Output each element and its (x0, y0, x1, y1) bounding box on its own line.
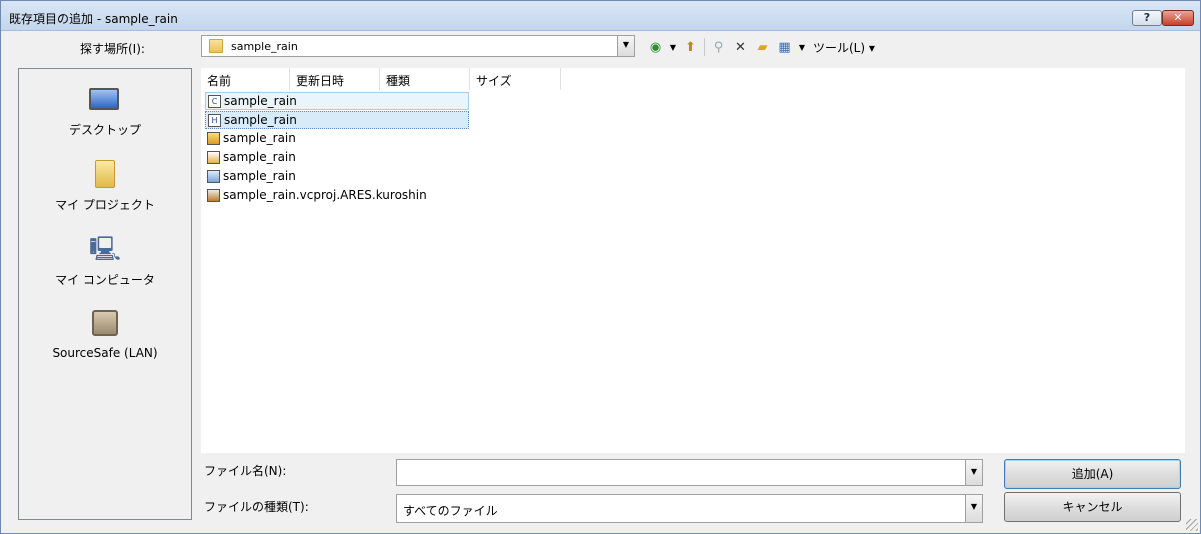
file-name: sample_rain (224, 94, 297, 108)
column-header-date[interactable]: 更新日時 (290, 68, 380, 90)
folder-icon (209, 39, 223, 53)
place-desktop[interactable]: デスクトップ (19, 85, 191, 145)
close-button[interactable]: ✕ (1162, 10, 1194, 26)
list-item[interactable]: H sample_rain (205, 111, 469, 129)
look-in-dropdown[interactable]: sample_rain ▼ (201, 35, 635, 57)
filetype-value: すべてのファイル (403, 504, 498, 518)
list-item[interactable]: C sample_rain (205, 92, 469, 110)
filename-label: ファイル名(N): (204, 464, 287, 478)
back-icon[interactable]: ◉ (647, 39, 664, 56)
place-label: マイ コンピュータ (55, 273, 155, 287)
list-item[interactable]: sample_rain (205, 149, 469, 167)
place-sourcesafe[interactable]: SourceSafe (LAN) (19, 310, 191, 370)
desktop-icon (89, 88, 119, 110)
header-file-icon: H (208, 114, 221, 127)
look-in-value: sample_rain (231, 40, 298, 53)
add-button[interactable]: 追加(A) (1004, 459, 1181, 489)
icon-file-icon (207, 132, 220, 145)
column-header-name[interactable]: 名前 (201, 68, 290, 90)
delete-icon[interactable]: ✕ (732, 39, 749, 56)
file-name: sample_rain (224, 113, 297, 127)
new-folder-icon[interactable]: ▰ (754, 39, 771, 56)
search-web-icon[interactable]: ⚲ (710, 39, 727, 56)
cpp-file-icon: C (208, 95, 221, 108)
project-config-icon (207, 170, 220, 183)
filename-input[interactable]: ▼ (396, 459, 983, 486)
chevron-down-icon[interactable]: ▼ (965, 495, 982, 522)
cancel-button[interactable]: キャンセル (1004, 492, 1181, 522)
window-title: 既存項目の追加 - sample_rain (9, 12, 178, 26)
dialog-toolbar: ◉ ▼ ⬆ ⚲ ✕ ▰ ▦ ▼ ツール(L) ▾ (647, 36, 875, 58)
project-folder-icon (95, 160, 115, 188)
resource-file-icon (207, 151, 220, 164)
file-name: sample_rain.vcproj.ARES.kuroshin (223, 188, 427, 202)
help-button[interactable]: ? (1132, 10, 1162, 26)
chevron-down-icon[interactable]: ▼ (965, 460, 982, 485)
file-name: sample_rain (223, 169, 296, 183)
views-dropdown-icon[interactable]: ▼ (798, 39, 806, 56)
chevron-down-icon[interactable]: ▼ (617, 36, 634, 56)
back-dropdown-icon[interactable]: ▼ (669, 39, 677, 56)
up-folder-icon[interactable]: ⬆ (682, 39, 699, 56)
place-label: デスクトップ (68, 123, 141, 137)
add-existing-item-dialog: 既存項目の追加 - sample_rain ? ✕ 探す場所(I): sampl… (0, 0, 1201, 534)
user-settings-file-icon (207, 189, 220, 202)
filetype-label: ファイルの種類(T): (204, 500, 309, 514)
place-my-projects[interactable]: マイ プロジェクト (19, 160, 191, 220)
column-header-size[interactable]: サイズ (470, 68, 561, 90)
filetype-dropdown[interactable]: すべてのファイル ▼ (396, 494, 983, 523)
sourcesafe-icon (92, 310, 118, 336)
place-label: SourceSafe (LAN) (52, 346, 158, 360)
look-in-label: 探す場所(I): (80, 42, 145, 56)
place-my-computer[interactable]: 🖳 マイ コンピュータ (19, 235, 191, 295)
file-list[interactable]: 名前 更新日時 種類 サイズ C sample_rain H sample_ra… (201, 68, 1185, 453)
computer-icon: 🖳 (89, 235, 122, 263)
list-item[interactable]: sample_rain (205, 130, 469, 148)
resize-grip[interactable] (1186, 519, 1198, 531)
tools-menu-button[interactable]: ツール(L) ▾ (813, 39, 875, 56)
toolbar-separator (704, 38, 705, 56)
file-name: sample_rain (223, 150, 296, 164)
tools-menu-label: ツール(L) (813, 40, 866, 55)
column-headers: 名前 更新日時 種類 サイズ (201, 68, 1185, 90)
views-icon[interactable]: ▦ (776, 39, 793, 56)
file-name: sample_rain (223, 131, 296, 145)
places-bar: デスクトップ マイ プロジェクト 🖳 マイ コンピュータ SourceSafe … (18, 68, 192, 520)
title-bar: 既存項目の追加 - sample_rain ? ✕ (1, 1, 1200, 31)
place-label: マイ プロジェクト (55, 198, 155, 212)
list-item[interactable]: sample_rain (205, 168, 469, 186)
column-header-type[interactable]: 種類 (380, 68, 470, 90)
list-item[interactable]: sample_rain.vcproj.ARES.kuroshin (205, 187, 605, 205)
